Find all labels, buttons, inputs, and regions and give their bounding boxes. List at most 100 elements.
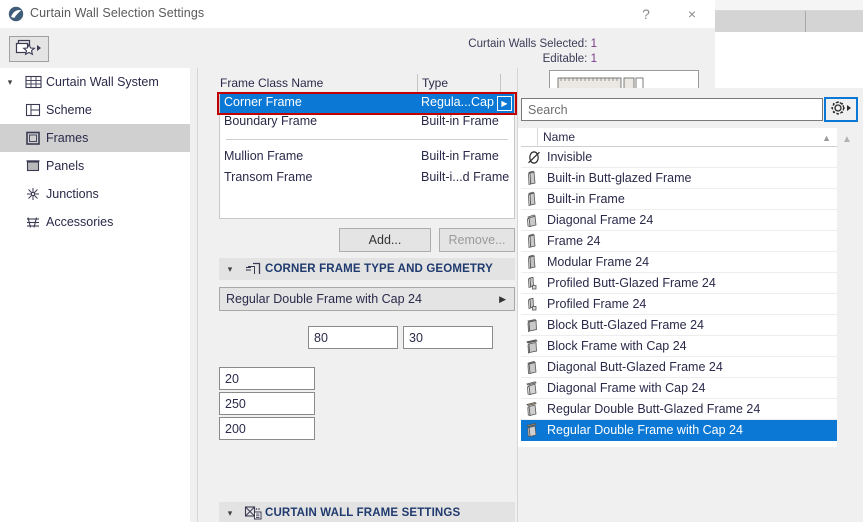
list-item-label: Diagonal Frame 24 — [547, 213, 654, 227]
table-row[interactable]: Transom Frame Built-i...d Frame — [220, 169, 514, 188]
invisible-icon — [521, 147, 547, 168]
list-item[interactable]: Diagonal Butt-Glazed Frame 24 — [521, 357, 837, 378]
sidebar-divider — [197, 68, 198, 522]
value-3-input[interactable]: 200 — [219, 417, 315, 440]
column-divider-1 — [417, 74, 418, 94]
list-item[interactable]: Modular Frame 24 — [521, 252, 837, 273]
dialog-title: Curtain Wall Selection Settings — [30, 6, 205, 20]
frame-class-name: Mullion Frame — [224, 149, 304, 163]
width-a-value: 80 — [314, 330, 328, 345]
help-button[interactable]: ? — [623, 0, 669, 28]
width-b-value: 30 — [409, 330, 423, 345]
chevron-down-icon[interactable]: ▾ — [219, 264, 241, 275]
sidebar-item-curtain-wall-system[interactable]: ▾ Curtain Wall System — [0, 68, 190, 96]
scroll-up-icon[interactable]: ▲ — [842, 134, 852, 145]
value-1-input[interactable]: 20 — [219, 367, 315, 390]
list-item-label: Built-in Frame — [547, 192, 625, 206]
frame-thumb-icon — [521, 420, 547, 441]
list-item[interactable]: Regular Double Butt-Glazed Frame 24 — [521, 399, 837, 420]
junction-icon — [20, 187, 46, 202]
frame-type-value: Regular Double Frame with Cap 24 — [226, 292, 422, 306]
browser-scrollbar[interactable]: ▲ — [838, 128, 857, 447]
settings-gear-icon — [829, 99, 853, 120]
sidebar-item-label: Panels — [46, 159, 85, 173]
width-b-input[interactable]: 30 — [403, 326, 493, 349]
list-item[interactable]: Profiled Butt-Glazed Frame 24 — [521, 273, 837, 294]
sidebar-item-frames[interactable]: Frames — [0, 124, 190, 152]
frame-thumb-icon — [521, 378, 547, 399]
column-header-type: Type — [422, 76, 449, 90]
search-input[interactable]: Search — [521, 98, 823, 121]
frame-thumb-icon — [521, 399, 547, 420]
table-row[interactable]: Boundary Frame Built-in Frame — [220, 113, 514, 132]
sidebar-item-junctions[interactable]: Junctions — [0, 180, 190, 208]
list-item[interactable]: Diagonal Frame 24 — [521, 210, 837, 231]
list-item[interactable]: Built-in Frame — [521, 189, 837, 210]
frame-class-list: Corner Frame Regula...Cap 24 ▶ Boundary … — [219, 94, 515, 219]
list-item-label: Built-in Butt-glazed Frame — [547, 171, 692, 185]
sidebar-item-label: Scheme — [46, 103, 92, 117]
selected-label: Curtain Walls Selected: — [468, 38, 588, 50]
table-row[interactable]: Corner Frame Regula...Cap 24 ▶ — [220, 94, 514, 113]
chevron-down-icon[interactable]: ▾ — [219, 508, 241, 519]
editable-line: Editable: 1 — [468, 52, 597, 67]
selection-info: Curtain Walls Selected: 1 Editable: 1 — [468, 37, 597, 67]
chevron-down-icon[interactable]: ▾ — [0, 77, 20, 88]
list-item[interactable]: Frame 24 — [521, 231, 837, 252]
frame-class-name: Boundary Frame — [224, 114, 318, 128]
sidebar-item-accessories[interactable]: Accessories — [0, 208, 190, 236]
frame-class-name: Corner Frame — [224, 95, 302, 109]
dialog-toolbar — [0, 28, 715, 68]
frame-thumb-icon — [521, 336, 547, 357]
width-a-input[interactable]: 80 — [308, 326, 398, 349]
value-2-input[interactable]: 250 — [219, 392, 315, 415]
section-title: CURTAIN WALL FRAME SETTINGS — [265, 507, 461, 519]
frame-thumb-icon — [521, 210, 547, 231]
section-corner-frame-type-and-geometry[interactable]: ▾ CORNER FRAME TYPE AND GEOMETRY — [219, 258, 515, 280]
scheme-icon — [20, 103, 46, 118]
list-item-label: Block Butt-Glazed Frame 24 — [547, 318, 705, 332]
list-item-label: Block Frame with Cap 24 — [547, 339, 687, 353]
list-item[interactable]: Profiled Frame 24 — [521, 294, 837, 315]
list-item[interactable]: Regular Double Frame with Cap 24 — [521, 420, 837, 441]
list-item[interactable]: Diagonal Frame with Cap 24 — [521, 378, 837, 399]
value-2: 250 — [225, 396, 246, 411]
frames-settings-panel: Frame Class Name Type Corner Frame Regul… — [205, 68, 664, 522]
column-header-name: Name — [543, 130, 576, 144]
sidebar-item-label: Frames — [46, 131, 89, 145]
list-item[interactable]: Block Butt-Glazed Frame 24 — [521, 315, 837, 336]
browser-column-header[interactable]: Name ▲ — [521, 128, 837, 147]
list-item-label: Modular Frame 24 — [547, 255, 650, 269]
frame-thumb-icon — [521, 189, 547, 210]
list-item[interactable]: Built-in Butt-glazed Frame — [521, 168, 837, 189]
frame-type-dropdown[interactable]: Regular Double Frame with Cap 24 ▶ — [219, 287, 515, 311]
frame-class-name: Transom Frame — [224, 170, 313, 184]
close-button[interactable]: × — [669, 0, 715, 28]
list-item[interactable]: Invisible — [521, 147, 837, 168]
favorites-button[interactable] — [9, 36, 49, 62]
remove-button[interactable]: Remove... — [439, 228, 515, 252]
frame-thumb-icon — [521, 231, 547, 252]
frame-thumb-icon — [521, 168, 547, 189]
corner-frame-geometry-icon — [241, 261, 265, 277]
frame-icon — [20, 131, 46, 146]
section-curtain-wall-frame-settings[interactable]: ▾ CURTAIN WALL FRAME SETTINGS — [219, 502, 515, 522]
frame-thumb-icon — [521, 252, 547, 273]
list-item-label: Regular Double Butt-Glazed Frame 24 — [547, 402, 761, 416]
grid-icon — [20, 75, 46, 90]
list-item-label: Profiled Butt-Glazed Frame 24 — [547, 276, 716, 290]
type-dropdown-arrow-icon[interactable]: ▶ — [497, 96, 512, 111]
frame-class-type: Built-i...d Frame — [421, 170, 510, 184]
favorites-icon — [15, 39, 43, 60]
browser-settings-button[interactable] — [824, 97, 858, 122]
background-window-titlebar — [715, 0, 863, 11]
sidebar-item-panels[interactable]: Panels — [0, 152, 190, 180]
add-button[interactable]: Add... — [339, 228, 431, 252]
chevron-right-icon[interactable]: ▶ — [499, 294, 506, 305]
frame-type-list[interactable]: Invisible Built-in Butt-glazed Frame Bui… — [521, 147, 837, 447]
sidebar-item-scheme[interactable]: Scheme — [0, 96, 190, 124]
frame-settings-icon — [241, 505, 265, 521]
table-row[interactable]: Mullion Frame Built-in Frame — [220, 148, 514, 167]
selected-count: 1 — [590, 38, 597, 50]
list-item[interactable]: Block Frame with Cap 24 — [521, 336, 837, 357]
